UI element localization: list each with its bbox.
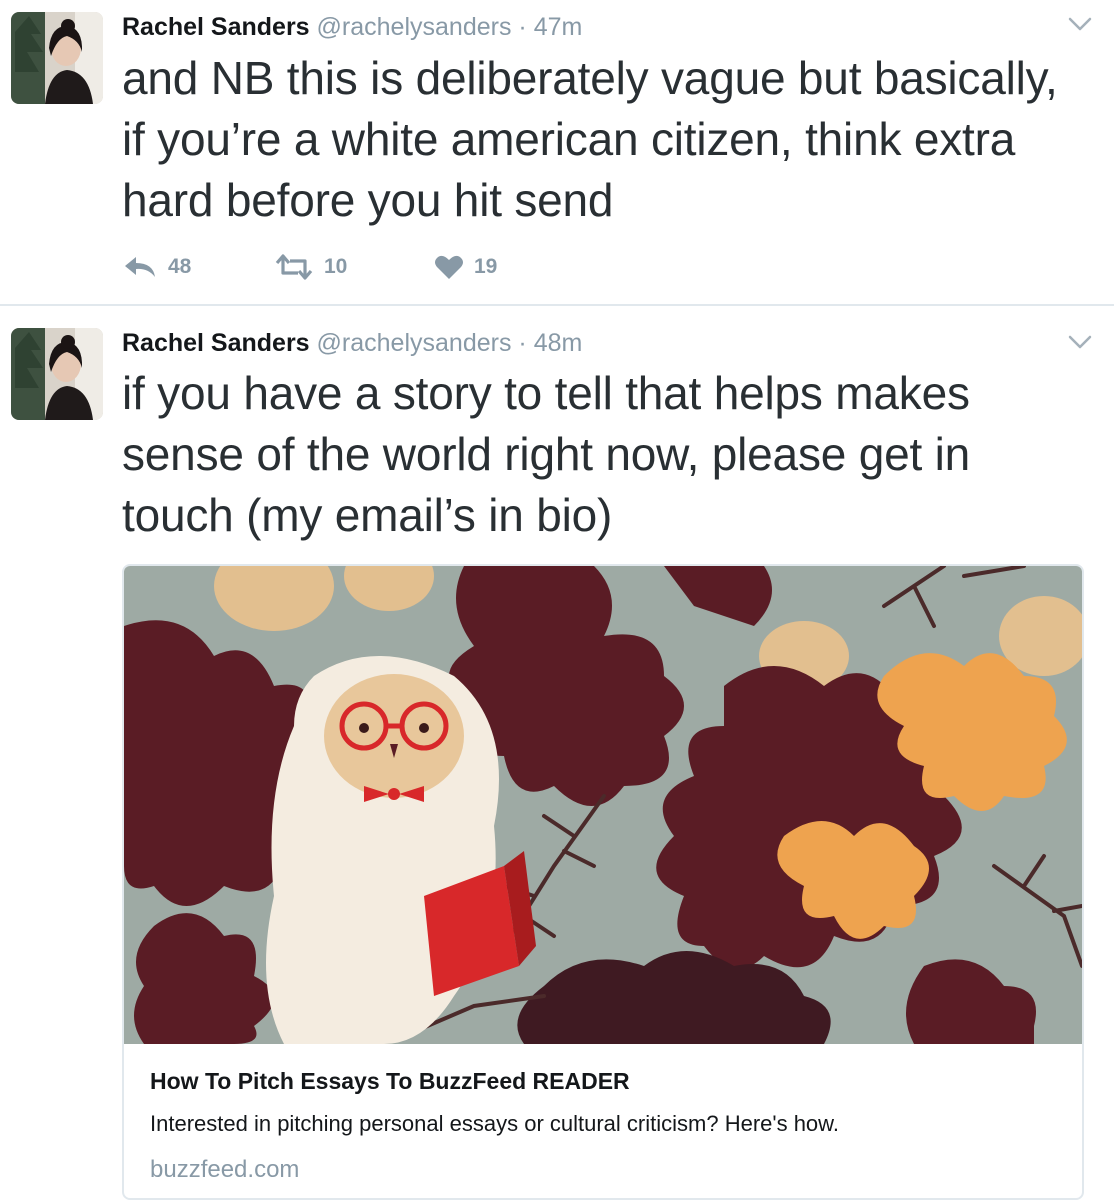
link-card[interactable]: How To Pitch Essays To BuzzFeed READER I… <box>122 564 1084 1200</box>
card-image <box>124 566 1082 1044</box>
tweet[interactable]: Rachel Sanders @rachelysanders · 47m and… <box>0 0 1114 306</box>
author-name[interactable]: Rachel Sanders <box>122 329 310 357</box>
avatar-image <box>11 12 103 104</box>
avatar[interactable] <box>11 328 103 420</box>
like-button[interactable]: 19 <box>434 250 497 284</box>
retweet-count: 10 <box>324 255 348 278</box>
reply-count: 48 <box>168 255 192 278</box>
timestamp[interactable]: 47m <box>534 13 583 41</box>
like-icon <box>435 255 463 279</box>
separator: · <box>518 329 527 357</box>
tweet-header: Rachel Sanders @rachelysanders · 47m <box>122 12 582 42</box>
tweet-text: and NB this is deliberately vague but ba… <box>122 52 1058 226</box>
author-name[interactable]: Rachel Sanders <box>122 13 310 41</box>
retweet-icon <box>275 254 313 280</box>
avatar[interactable] <box>11 12 103 104</box>
chevron-down-icon[interactable] <box>1066 332 1094 352</box>
timestamp[interactable]: 48m <box>534 329 583 357</box>
reply-button[interactable]: 48 <box>122 250 191 284</box>
tweet-header: Rachel Sanders @rachelysanders · 48m <box>122 328 582 358</box>
tweet-text: if you have a story to tell that helps m… <box>122 367 971 541</box>
card-description: Interested in pitching personal essays o… <box>150 1111 839 1136</box>
tweet[interactable]: Rachel Sanders @rachelysanders · 48m if … <box>0 306 1114 1200</box>
separator: · <box>518 13 527 41</box>
like-count: 19 <box>474 255 498 278</box>
author-handle[interactable]: @rachelysanders <box>317 13 512 41</box>
retweet-button[interactable]: 10 <box>274 250 347 284</box>
reply-icon <box>125 257 155 277</box>
card-title[interactable]: How To Pitch Essays To BuzzFeed READER <box>150 1068 630 1095</box>
author-handle[interactable]: @rachelysanders <box>317 329 512 357</box>
chevron-down-icon[interactable] <box>1066 14 1094 34</box>
card-domain: buzzfeed.com <box>150 1156 300 1183</box>
avatar-image <box>11 328 103 420</box>
